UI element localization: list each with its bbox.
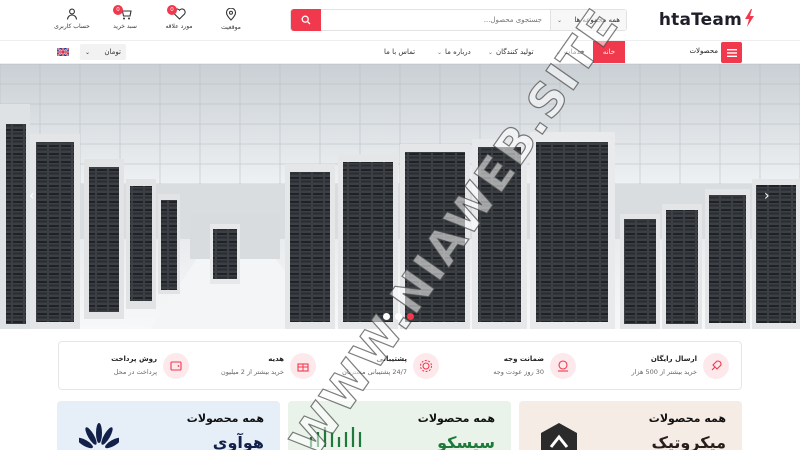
feature-free-shipping: ارسال رایگان خرید بیشتر از 500 هزار: [599, 342, 729, 389]
card-title: همه محصولات: [186, 412, 264, 425]
page: htaTeam همه مجموعه ها ⌄ مو: [0, 0, 800, 450]
feature-subtitle: پرداخت در محل: [113, 368, 157, 376]
search-icon: [301, 15, 311, 25]
wishlist-link[interactable]: 0 مورد علاقه: [157, 5, 201, 30]
card-brand: سیسکو: [437, 433, 495, 450]
account-label: حساب کاربری: [54, 23, 90, 30]
search-bar: همه مجموعه ها ⌄: [290, 9, 627, 31]
currency-select-value: تومان: [104, 48, 121, 56]
card-brand: هوآوی: [212, 433, 264, 450]
slider-dot[interactable]: [395, 313, 402, 320]
chevron-down-icon: ⌄: [437, 49, 443, 56]
search-button[interactable]: [291, 9, 321, 31]
main-nav: محصولات خانه خدمات⌄ تولید کنندگان⌄ دربار…: [0, 40, 800, 64]
huawei-logo-icon: [79, 423, 119, 449]
menu-button[interactable]: [721, 42, 742, 63]
category-card-mikrotik[interactable]: همه محصولات میکروتیک: [519, 401, 742, 450]
logo-text: htaTeam: [658, 10, 742, 30]
uk-flag-icon[interactable]: [57, 48, 69, 56]
chevron-down-icon: ⌄: [488, 49, 494, 56]
wallet-icon: [163, 353, 189, 379]
feature-subtitle: 24/7 پشتیبانی مشتریان: [342, 368, 407, 376]
feature-subtitle: خرید بیشتر از 2 میلیون: [221, 368, 284, 376]
nav-item-contact-label: تماس با ما: [384, 48, 416, 56]
feature-title: ارسال رایگان: [650, 355, 697, 363]
cart-count-badge: 0: [113, 5, 123, 15]
chevron-down-icon: ⌄: [85, 48, 91, 56]
card-title: همه محصولات: [417, 412, 495, 425]
feature-subtitle: 30 روز عودت وجه: [493, 368, 544, 376]
feature-title: روش پرداخت: [111, 355, 157, 363]
features-bar: ارسال رایگان خرید بیشتر از 500 هزار ضمان…: [58, 341, 742, 390]
nav-item-contact[interactable]: تماس با ما: [384, 41, 415, 63]
location-label: موقعیت: [221, 24, 241, 31]
nav-item-home[interactable]: خانه: [593, 41, 625, 63]
slider-dot-active[interactable]: [407, 313, 414, 320]
chevron-down-icon: ⌄: [556, 49, 562, 56]
category-select[interactable]: همه مجموعه ها ⌄: [550, 10, 626, 30]
location-pin-icon: [225, 8, 237, 21]
location-link[interactable]: موقعیت: [209, 8, 253, 31]
feature-title: هدیه: [268, 355, 284, 363]
category-select-value: همه مجموعه ها: [574, 16, 620, 24]
mikrotik-logo-icon: [541, 423, 577, 450]
feature-money-back: ضمانت وجه 30 روز عودت وجه: [456, 342, 576, 389]
nav-item-services[interactable]: خدمات⌄: [556, 41, 585, 63]
rocket-icon: [703, 353, 729, 379]
nav-item-about-label: درباره ما: [445, 48, 471, 56]
feature-title: ضمانت وجه: [503, 355, 544, 363]
gift-icon: [290, 353, 316, 379]
hero-slider: ‹ ›: [0, 64, 800, 329]
cart-link[interactable]: 0 سبد خرید: [103, 5, 147, 30]
user-icon: [66, 8, 78, 20]
lightning-icon: [745, 9, 754, 27]
hamburger-icon: [726, 48, 737, 57]
feature-support: پشتیبانی 24/7 پشتیبانی مشتریان: [309, 342, 439, 389]
card-brand: میکروتیک: [651, 433, 726, 450]
slider-dots: [383, 313, 414, 320]
search-input[interactable]: [321, 10, 550, 30]
site-logo[interactable]: htaTeam: [658, 9, 754, 30]
slider-next-arrow[interactable]: ›: [764, 188, 770, 204]
category-card-cisco[interactable]: همه محصولات سیسکو: [288, 401, 511, 450]
feature-gift: هدیه خرید بیشتر از 2 میلیون: [186, 342, 316, 389]
nav-item-services-label: خدمات: [564, 48, 585, 56]
slider-dot[interactable]: [383, 313, 390, 320]
slider-prev-arrow[interactable]: ‹: [29, 188, 35, 204]
nav-item-manufacturers[interactable]: تولید کنندگان⌄: [488, 41, 534, 63]
money-back-icon: [550, 353, 576, 379]
nav-item-about[interactable]: درباره ما⌄: [437, 41, 471, 63]
feature-payment: روش پرداخت پرداخت در محل: [64, 342, 189, 389]
nav-item-home-label: خانه: [602, 48, 616, 56]
nav-item-manufacturers-label: تولید کنندگان: [496, 48, 534, 56]
cart-label: سبد خرید: [113, 23, 137, 30]
wishlist-label: مورد علاقه: [165, 23, 193, 30]
feature-subtitle: خرید بیشتر از 500 هزار: [631, 368, 697, 376]
products-menu-label[interactable]: محصولات: [689, 47, 718, 55]
currency-select[interactable]: تومان ⌄: [80, 44, 126, 60]
cisco-logo-icon: [309, 427, 362, 447]
header: htaTeam همه مجموعه ها ⌄ مو: [0, 0, 800, 40]
server-room-image: [0, 64, 800, 329]
account-link[interactable]: حساب کاربری: [50, 8, 94, 30]
category-card-huawei[interactable]: همه محصولات هوآوی: [57, 401, 280, 450]
wishlist-count-badge: 0: [167, 5, 177, 15]
support-gear-icon: [413, 353, 439, 379]
feature-title: پشتیبانی: [376, 355, 407, 363]
chevron-down-icon: ⌄: [557, 16, 563, 24]
card-title: همه محصولات: [648, 412, 726, 425]
